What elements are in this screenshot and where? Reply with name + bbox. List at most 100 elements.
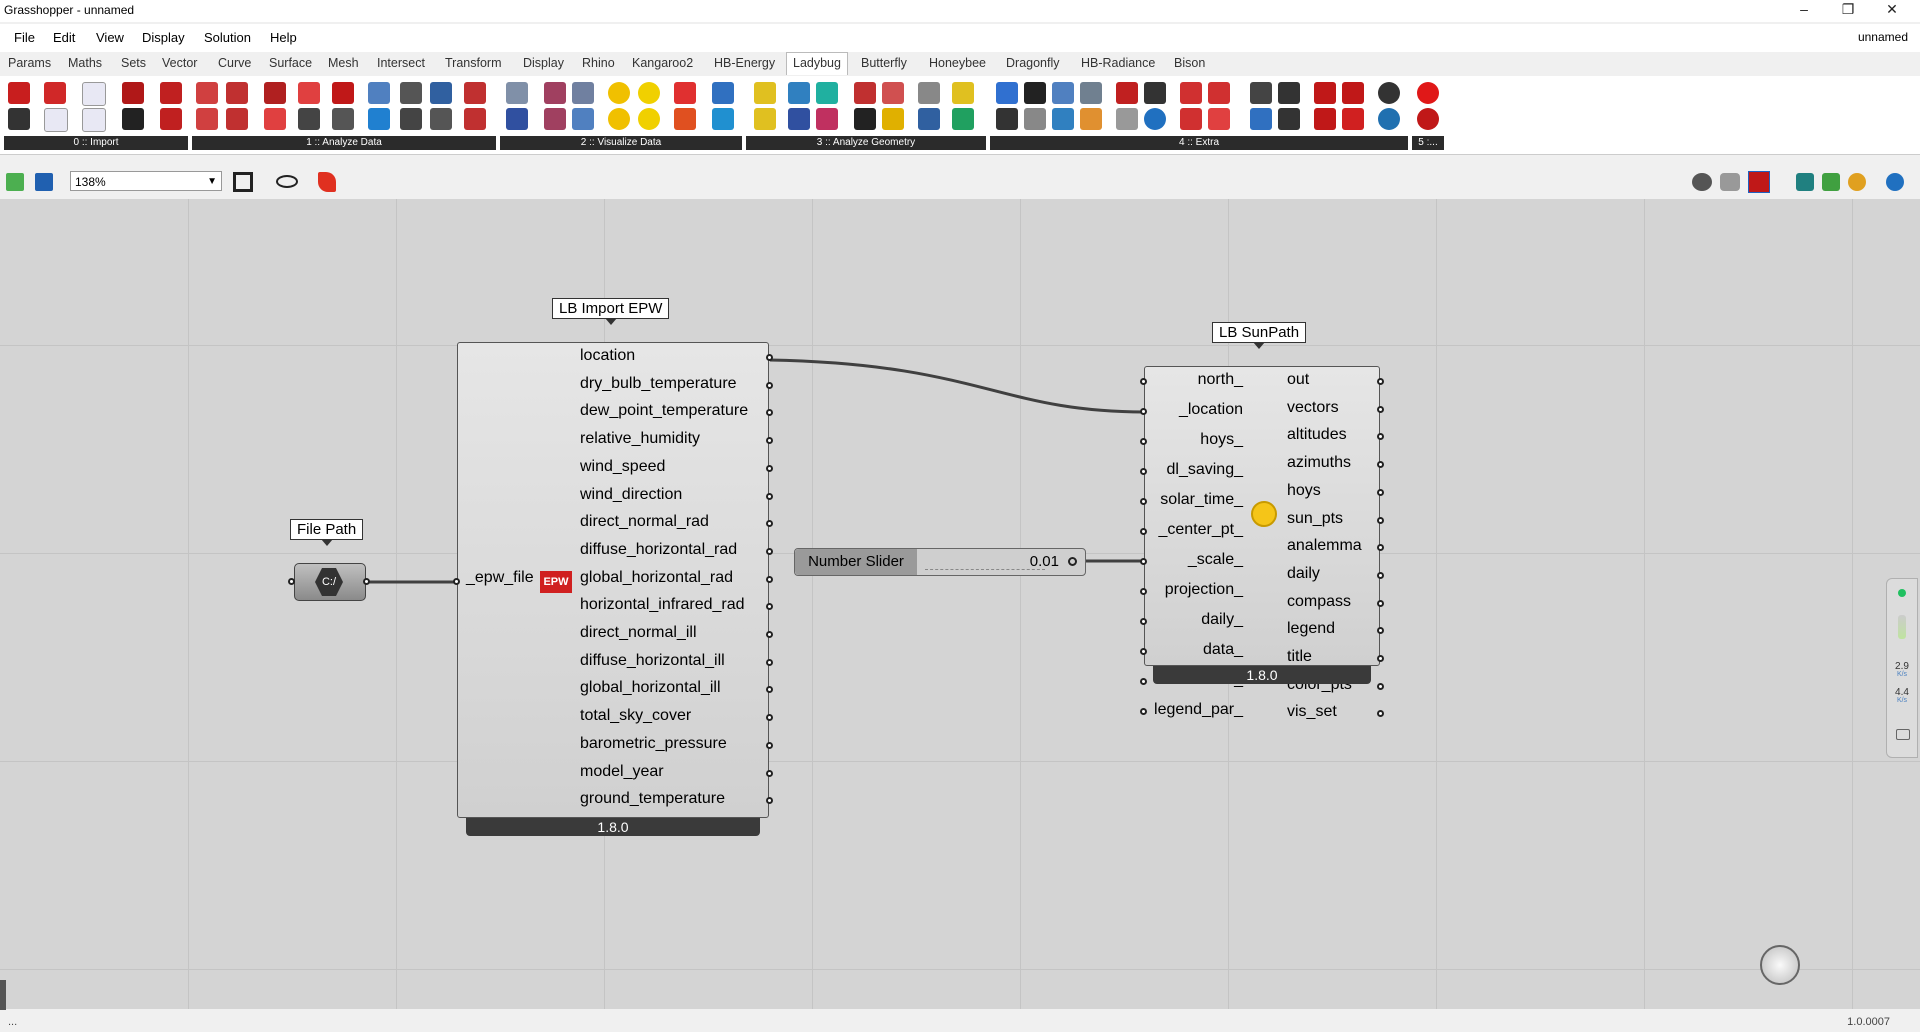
geometry-icon[interactable] [816, 82, 838, 104]
visualize-icon[interactable] [674, 108, 696, 130]
import-icon[interactable] [8, 82, 30, 104]
extra-icon[interactable] [1180, 82, 1202, 104]
zoom-select[interactable]: 138% ▼ [70, 171, 222, 191]
geometry-icon[interactable] [854, 108, 876, 130]
scroll-handle[interactable] [0, 980, 6, 1010]
grasshopper-canvas[interactable]: File Path C:/ LB Import EPW _epw_file EP… [0, 199, 1920, 1009]
download-icon[interactable] [160, 82, 182, 104]
navigation-widget[interactable] [1760, 945, 1800, 985]
visualize-icon[interactable] [544, 108, 566, 130]
tab-mesh[interactable]: Mesh [328, 56, 359, 70]
sunpath-input-port[interactable] [1140, 558, 1147, 565]
extra-icon[interactable] [996, 82, 1018, 104]
tab-rhino[interactable]: Rhino [582, 56, 615, 70]
camera-icon[interactable] [1896, 729, 1910, 740]
analyze-icon[interactable] [196, 82, 218, 104]
visualize-icon[interactable] [506, 108, 528, 130]
analyze-icon[interactable] [332, 108, 354, 130]
extra-icon[interactable] [1024, 82, 1046, 104]
display-icon[interactable] [1886, 173, 1904, 191]
slider-grip[interactable] [1068, 557, 1077, 566]
stat-icon[interactable] [122, 108, 144, 130]
sunpath-input-port[interactable] [1140, 468, 1147, 475]
epw-icon[interactable] [44, 82, 66, 104]
extra-icon[interactable] [1342, 82, 1364, 104]
visualize-icon[interactable] [572, 108, 594, 130]
sunpath-component[interactable]: north_ _location hoys_ dl_saving_ solar_time… [1140, 366, 1384, 720]
analyze-icon[interactable] [332, 82, 354, 104]
geometry-icon[interactable] [788, 82, 810, 104]
epw-file-input-port[interactable] [453, 578, 460, 585]
extra-icon[interactable] [1208, 108, 1230, 130]
preview-mode-icon[interactable] [1720, 173, 1740, 191]
menu-view[interactable]: View [96, 30, 124, 45]
visualize-icon[interactable] [572, 82, 594, 104]
epw-output-port[interactable] [766, 658, 773, 666]
geometry-icon[interactable] [882, 82, 904, 104]
extra-icon[interactable] [1180, 108, 1202, 130]
sunpath-output-port[interactable] [1377, 516, 1384, 524]
extra-icon[interactable] [1250, 108, 1272, 130]
extra-icon[interactable] [1342, 108, 1364, 130]
geometry-icon[interactable] [754, 82, 776, 104]
ddy-icon[interactable] [122, 82, 144, 104]
map-icon[interactable] [160, 108, 182, 130]
analyze-icon[interactable] [464, 82, 486, 104]
analyze-icon[interactable] [464, 108, 486, 130]
display-icon[interactable] [1848, 173, 1866, 191]
geometry-icon[interactable] [952, 108, 974, 130]
sun-icon[interactable] [638, 108, 660, 130]
geometry-icon[interactable] [952, 82, 974, 104]
extra-icon[interactable] [1080, 82, 1102, 104]
epw-output-port[interactable] [766, 741, 773, 749]
globe-icon[interactable] [1378, 108, 1400, 130]
epw-output-port[interactable] [766, 381, 773, 389]
sunpath-input-port[interactable] [1140, 438, 1147, 445]
tab-butterfly[interactable]: Butterfly [861, 56, 907, 70]
epw-output-port[interactable] [766, 575, 773, 583]
geometry-icon[interactable] [788, 108, 810, 130]
sunpath-output-port[interactable] [1377, 405, 1384, 413]
close-button[interactable]: ✕ [1872, 1, 1912, 18]
analyze-icon[interactable] [400, 82, 422, 104]
extra-icon[interactable] [1116, 108, 1138, 130]
analyze-icon[interactable] [430, 108, 452, 130]
crosshair-icon[interactable] [1378, 82, 1400, 104]
tab-curve[interactable]: Curve [218, 56, 251, 70]
preview-eye-icon[interactable] [276, 175, 298, 188]
extra-icon[interactable] [1052, 82, 1074, 104]
extra-icon[interactable] [1024, 108, 1046, 130]
geometry-icon[interactable] [854, 82, 876, 104]
analyze-icon[interactable] [196, 108, 218, 130]
epw-output-port[interactable] [766, 547, 773, 555]
tab-sets[interactable]: Sets [121, 56, 146, 70]
sunpath-output-port[interactable] [1377, 599, 1384, 607]
sunpath-input-port[interactable] [1140, 678, 1147, 685]
epw-output-port[interactable] [766, 354, 773, 361]
visualize-icon[interactable] [506, 82, 528, 104]
tab-surface[interactable]: Surface [269, 56, 312, 70]
analyze-icon[interactable] [430, 82, 452, 104]
zoom-extents-icon[interactable] [233, 172, 253, 192]
ny-icon[interactable] [82, 82, 106, 106]
sketch-pen-icon[interactable] [318, 172, 336, 192]
epw-output-port[interactable] [766, 769, 773, 777]
sunpath-output-port[interactable] [1377, 488, 1384, 496]
tab-hb-energy[interactable]: HB-Energy [714, 56, 775, 70]
sunpath-output-port[interactable] [1377, 682, 1384, 690]
sunpath-input-port[interactable] [1140, 378, 1147, 385]
visualize-icon[interactable] [712, 108, 734, 130]
preview-mode-icon[interactable] [1692, 173, 1712, 191]
sunpath-input-port[interactable] [1140, 528, 1147, 535]
search-icon[interactable] [8, 108, 30, 130]
tab-transform[interactable]: Transform [445, 56, 502, 70]
epw-output-port[interactable] [766, 464, 773, 472]
visualize-icon[interactable] [712, 82, 734, 104]
ny-icon[interactable] [44, 108, 68, 132]
analyze-icon[interactable] [264, 82, 286, 104]
visualize-icon[interactable] [544, 82, 566, 104]
sunpath-output-port[interactable] [1377, 378, 1384, 385]
extra-icon[interactable] [1417, 82, 1439, 104]
extra-icon[interactable] [1144, 82, 1166, 104]
sunpath-input-port[interactable] [1140, 498, 1147, 505]
